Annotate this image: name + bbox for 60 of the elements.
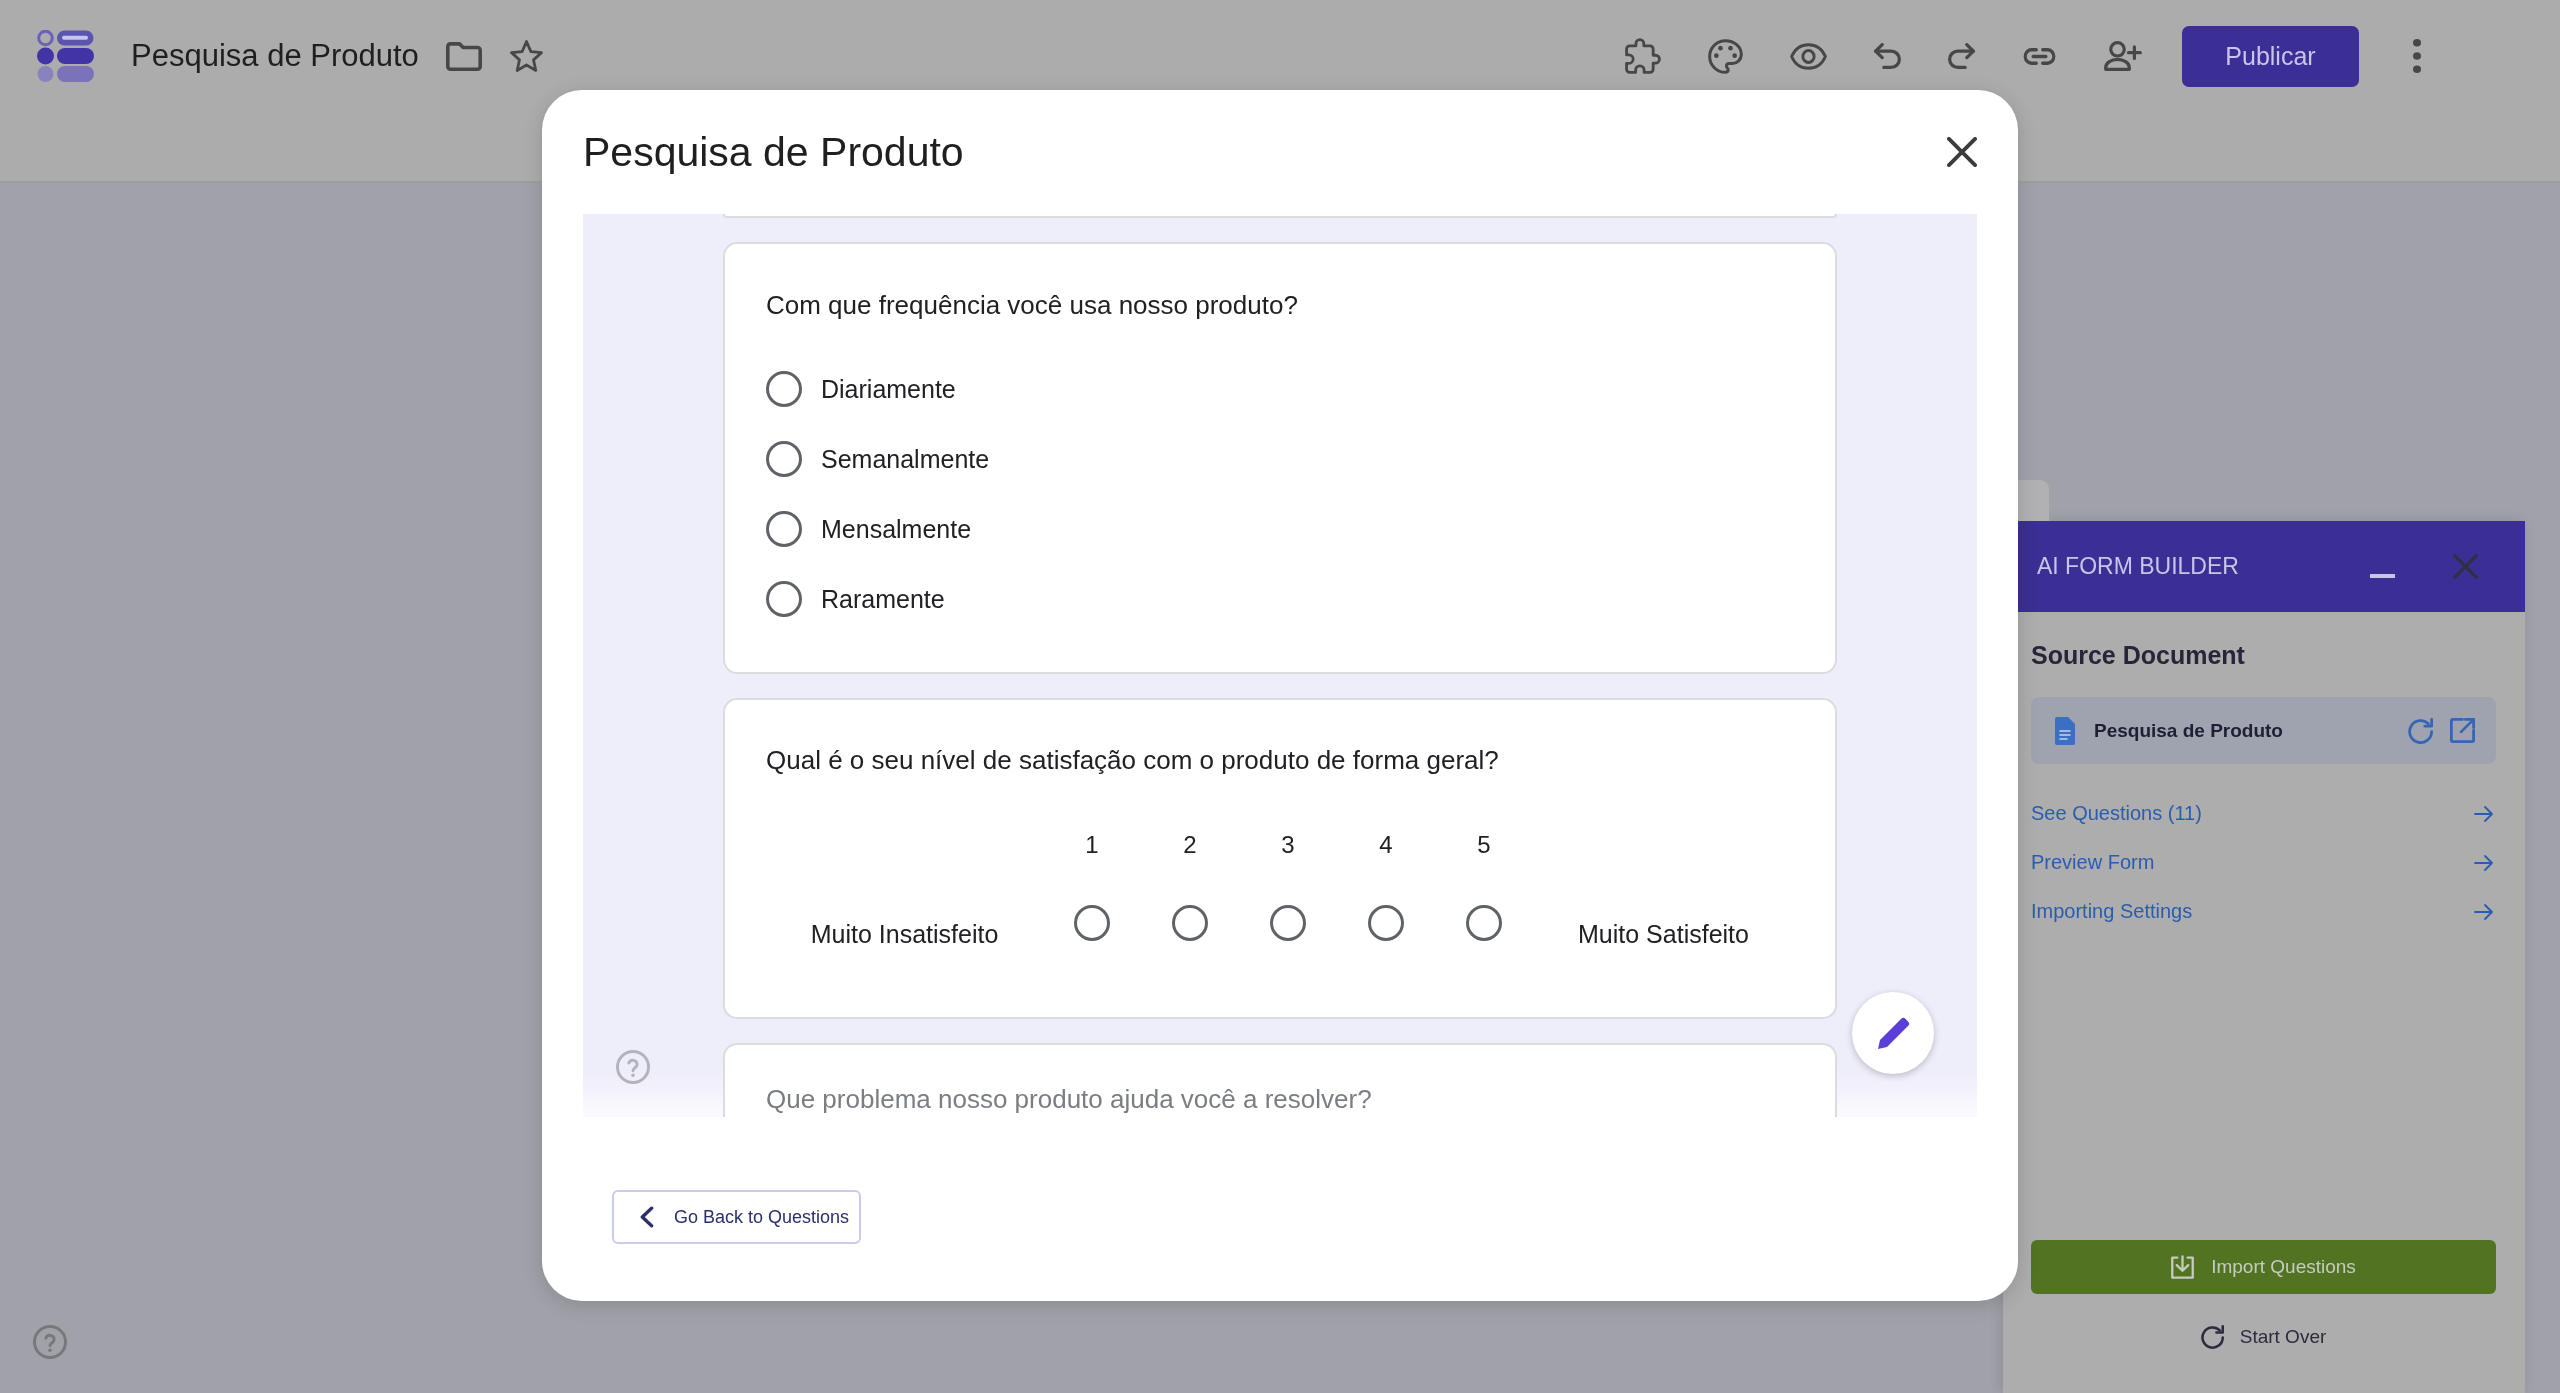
question-text: Com que frequência você usa nosso produto? — [766, 289, 1299, 321]
document-name: Pesquisa de Produto — [2094, 719, 2283, 742]
radio-button[interactable] — [1270, 905, 1306, 941]
panel-link[interactable]: Importing Settings — [2031, 887, 2496, 936]
minimize-icon[interactable] — [2370, 573, 2395, 578]
option-label: Diariamente — [821, 374, 956, 404]
redo-icon[interactable] — [1948, 43, 1975, 69]
refresh-icon — [2200, 1325, 2224, 1349]
panel-link[interactable]: See Questions (11) — [2031, 789, 2496, 838]
radio-button[interactable] — [1172, 905, 1208, 941]
panel-title: AI FORM BUILDER — [2037, 553, 2239, 580]
publish-button[interactable]: Publicar — [2182, 25, 2359, 87]
folder-icon[interactable] — [445, 41, 482, 71]
scale-label: Muito Satisfeito — [1578, 919, 1749, 949]
close-icon[interactable] — [1947, 137, 1977, 167]
arrow-right-icon — [2474, 903, 2493, 920]
dialog-title: Pesquisa de Produto — [583, 128, 964, 176]
option-label: Raramente — [821, 584, 945, 614]
add-person-icon[interactable] — [2104, 41, 2142, 71]
edit-button[interactable] — [1852, 992, 1934, 1074]
panel-handle[interactable] — [2018, 480, 2049, 521]
arrow-right-icon — [2474, 854, 2493, 871]
refresh-icon[interactable] — [2408, 717, 2433, 744]
scale-number: 1 — [1085, 830, 1099, 860]
palette-icon[interactable] — [1708, 38, 1743, 74]
eye-icon[interactable] — [1790, 42, 1827, 70]
import-icon — [2171, 1255, 2195, 1279]
question-text: Qual é o seu nível de satisfação com o produto de forma geral? — [766, 744, 1500, 776]
scale-label: Muito Insatisfeito — [810, 919, 999, 949]
chevron-left-icon — [640, 1206, 654, 1228]
scale-number: 4 — [1379, 830, 1393, 860]
question-text: Que problema nosso produto ajuda você a resolver? — [766, 1083, 1373, 1115]
document-icon — [2055, 716, 2075, 745]
scale-number: 5 — [1477, 830, 1491, 860]
external-link-icon[interactable] — [2450, 718, 2475, 743]
more-icon[interactable] — [2413, 39, 2421, 73]
option-label: Mensalmente — [821, 514, 972, 544]
undo-icon[interactable] — [1874, 43, 1901, 69]
radio-button[interactable] — [766, 581, 802, 617]
link-icon[interactable] — [2022, 47, 2057, 65]
radio-button[interactable] — [766, 441, 802, 477]
star-icon[interactable] — [509, 40, 543, 72]
radio-button[interactable] — [1466, 905, 1502, 941]
radio-button[interactable] — [1074, 905, 1110, 941]
arrow-right-icon — [2474, 805, 2493, 822]
radio-button[interactable] — [1368, 905, 1404, 941]
app-logo — [37, 30, 94, 82]
back-button[interactable]: Go Back to Questions — [612, 1190, 862, 1244]
start-over-button[interactable]: Start Over — [2200, 1324, 2327, 1350]
puzzle-icon[interactable] — [1625, 38, 1661, 74]
scale-number: 3 — [1281, 830, 1295, 860]
pencil-icon — [1876, 1016, 1910, 1050]
section-title: Source Document — [2031, 641, 2246, 669]
form-title: Pesquisa de Produto — [131, 38, 419, 74]
radio-button[interactable] — [766, 371, 802, 407]
panel-link[interactable]: Preview Form — [2031, 838, 2496, 887]
option-label: Semanalmente — [821, 444, 990, 474]
import-button[interactable]: Import Questions — [2031, 1240, 2496, 1294]
radio-button[interactable] — [766, 511, 802, 547]
scale-number: 2 — [1183, 830, 1197, 860]
